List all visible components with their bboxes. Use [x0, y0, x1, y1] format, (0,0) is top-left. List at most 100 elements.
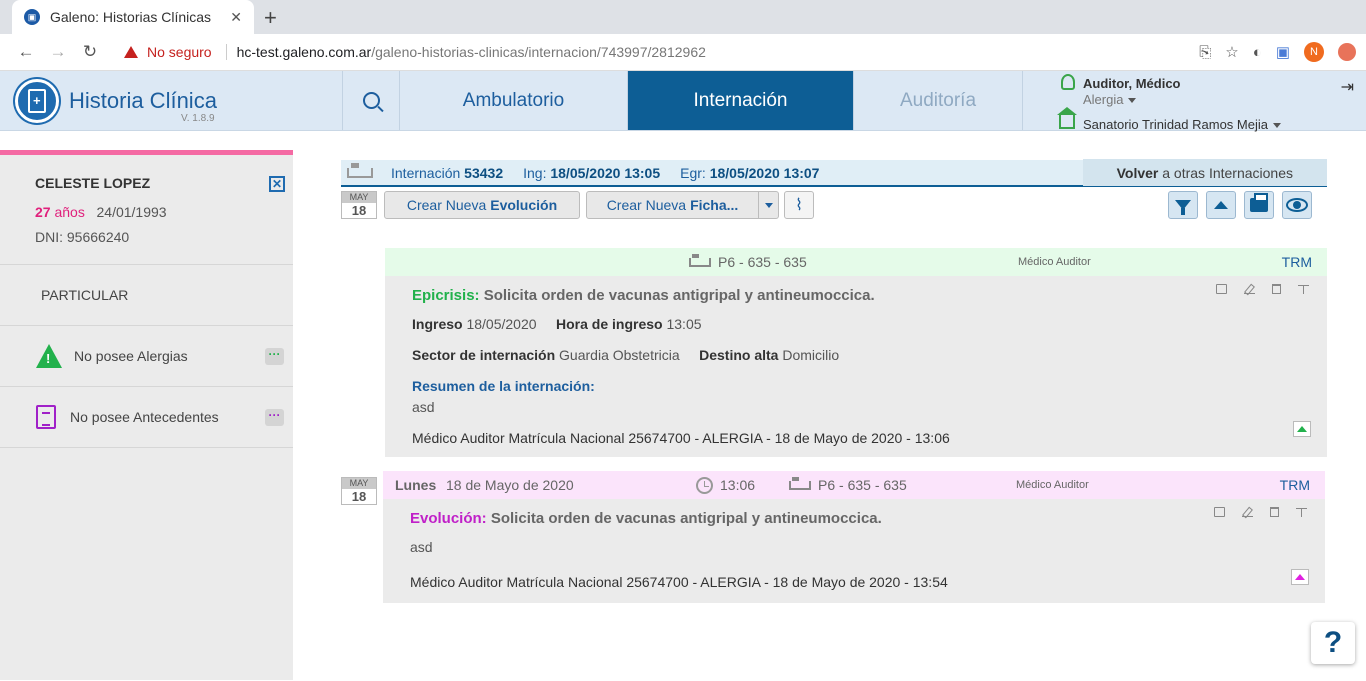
new-evolution-button[interactable]: Crear Nueva Evolución	[384, 191, 580, 219]
arrow-up-icon	[1297, 426, 1307, 432]
browser-actions: ⎘ ☆ ◐ ▣ N	[1199, 42, 1356, 62]
background-more-button[interactable]: ···	[265, 408, 284, 426]
new-ficha-bold: Ficha...	[690, 197, 739, 213]
url-field[interactable]: hc-test.galeno.com.ar/galeno-historias-c…	[225, 44, 706, 60]
calendar-day: 18	[351, 489, 367, 504]
tab-auditoria[interactable]: Auditoría	[854, 71, 1023, 130]
edit-icon[interactable]	[1244, 284, 1255, 294]
institution-name: Sanatorio Trinidad Ramos Mejia	[1083, 117, 1268, 132]
attachment-button[interactable]: ⌇	[784, 191, 814, 219]
background-item[interactable]: No posee Antecedentes ···	[0, 387, 293, 448]
new-ficha-button[interactable]: Crear Nueva Ficha...	[586, 191, 759, 219]
url-path: /galeno-historias-clinicas/internacion/7…	[371, 44, 706, 60]
hora-label: Hora de ingreso	[556, 316, 663, 332]
card-location: P6 - 635 - 635	[689, 253, 807, 270]
card-weekday: Lunes	[395, 477, 437, 493]
collapse-all-button[interactable]	[1206, 191, 1236, 219]
extension-red-icon[interactable]	[1338, 43, 1356, 61]
new-tab-icon[interactable]: +	[264, 5, 277, 31]
user-specialty-select[interactable]: Alergia	[1083, 92, 1137, 107]
bed-icon	[689, 253, 711, 267]
patient-dni: DNI: 95666240	[35, 229, 130, 245]
epicrisis-footer: Médico Auditor Matrícula Nacional 256747…	[412, 430, 950, 446]
patient-birthdate: 24/01/1993	[96, 204, 167, 220]
extension-icon[interactable]: ◐	[1253, 44, 1262, 61]
evolucion-footer: Médico Auditor Matrícula Nacional 256747…	[410, 574, 948, 590]
ingreso-datetime: 18/05/2020 13:05	[550, 164, 661, 181]
view-button[interactable]	[1282, 191, 1312, 219]
close-patient-button[interactable]: ✕	[269, 176, 285, 192]
new-evolution-bold: Evolución	[490, 197, 558, 213]
card-date: 18 de Mayo de 2020	[446, 477, 574, 493]
user-box: Auditor, Médico Alergia Sanatorio Trinid…	[1023, 71, 1366, 132]
back-icon[interactable]: ←	[10, 42, 42, 62]
epicrisis-card: P6 - 635 - 635 Médico Auditor TRM Epicri…	[385, 248, 1327, 457]
allergies-item[interactable]: No posee Alergias ···	[0, 326, 293, 387]
resumen-text: asd	[412, 399, 435, 415]
evolucion-type-label: Evolución:	[410, 510, 487, 527]
new-ficha-prefix: Crear Nueva	[606, 197, 687, 213]
patient-search-button[interactable]	[342, 71, 400, 130]
forward-icon[interactable]: →	[42, 42, 74, 62]
search-icon	[362, 92, 380, 109]
patient-sidebar: CELESTE LOPEZ 27 años 24/01/1993 DNI: 95…	[0, 150, 293, 680]
app-version: V. 1.8.9	[181, 113, 215, 124]
evolucion-text: asd	[410, 539, 433, 555]
filter-button[interactable]	[1168, 191, 1198, 219]
ingreso-value: 18/05/2020	[466, 316, 537, 332]
ingreso-label: Ingreso	[412, 316, 463, 332]
brand[interactable]: Historia Clínica V. 1.8.9	[0, 71, 342, 130]
translate-icon[interactable]: ⎘	[1199, 44, 1211, 61]
tab-ambulatorio[interactable]: Ambulatorio	[400, 71, 628, 130]
doctor-icon	[1061, 74, 1075, 90]
browser-tab[interactable]: ▣ Galeno: Historias Clínicas ✕	[12, 0, 254, 34]
chevron-down-icon	[1272, 123, 1281, 129]
card-time: 13:06	[696, 476, 755, 494]
sector-row: Sector de internación Guardia Obstetrici…	[412, 347, 1300, 363]
trash-icon[interactable]	[1270, 507, 1279, 517]
brand-name: Historia Clínica	[69, 87, 217, 113]
security-warning[interactable]: No seguro	[124, 44, 212, 60]
favicon-icon: ▣	[24, 9, 40, 25]
hora-value: 13:05	[666, 316, 702, 332]
collapse-card-button[interactable]	[1293, 421, 1311, 437]
print-icon[interactable]	[1214, 507, 1225, 517]
volver-rest: a otras Internaciones	[1162, 164, 1293, 181]
internacion-number: 53432	[464, 164, 504, 181]
reload-icon[interactable]: ↻	[74, 42, 106, 62]
logout-icon[interactable]: ⇥	[1341, 77, 1354, 97]
address-bar: ← → ↻ No seguro hc-test.galeno.com.ar/ga…	[0, 34, 1366, 71]
patient-card: CELESTE LOPEZ 27 años 24/01/1993 DNI: 95…	[0, 155, 293, 265]
close-tab-icon[interactable]: ✕	[230, 9, 242, 26]
help-button[interactable]: ?	[1311, 622, 1355, 664]
patient-age: 27	[35, 204, 51, 220]
url-host: hc-test.galeno.com.ar	[236, 44, 372, 60]
hospital-icon	[1057, 107, 1077, 129]
trash-icon[interactable]	[1272, 284, 1281, 294]
arrow-up-icon	[1295, 574, 1305, 580]
new-ficha-dropdown-button[interactable]	[758, 191, 779, 219]
print-button[interactable]	[1244, 191, 1274, 219]
pin-icon[interactable]	[1296, 507, 1307, 517]
calendar-month: MAY	[342, 192, 376, 203]
sector-value: Guardia Obstetricia	[559, 347, 680, 363]
institution-select[interactable]: Sanatorio Trinidad Ramos Mejia	[1083, 117, 1281, 132]
allergies-more-button[interactable]: ···	[265, 347, 284, 365]
pin-icon[interactable]	[1298, 284, 1309, 294]
epicrisis-type-label: Epicrisis:	[412, 287, 480, 304]
bed-icon	[789, 476, 811, 490]
epicrisis-card-body: Epicrisis: Solicita orden de vacunas ant…	[385, 276, 1327, 446]
tab-internacion[interactable]: Internación	[628, 71, 854, 130]
bookmark-star-icon[interactable]: ☆	[1225, 43, 1238, 61]
edit-icon[interactable]	[1242, 507, 1253, 517]
profile-avatar[interactable]: N	[1304, 42, 1324, 62]
back-to-internaciones-button[interactable]: Volver a otras Internaciones	[1082, 159, 1327, 186]
patient-name: CELESTE LOPEZ	[35, 175, 151, 191]
egreso-datetime: 18/05/2020 13:07	[709, 164, 820, 181]
warning-icon	[124, 46, 138, 58]
print-icon[interactable]	[1216, 284, 1227, 294]
collapse-card-button[interactable]	[1291, 569, 1309, 585]
egreso-label: Egr:	[680, 164, 706, 181]
card-role: Médico Auditor	[1018, 256, 1091, 268]
google-translate-icon[interactable]: ▣	[1276, 43, 1290, 61]
